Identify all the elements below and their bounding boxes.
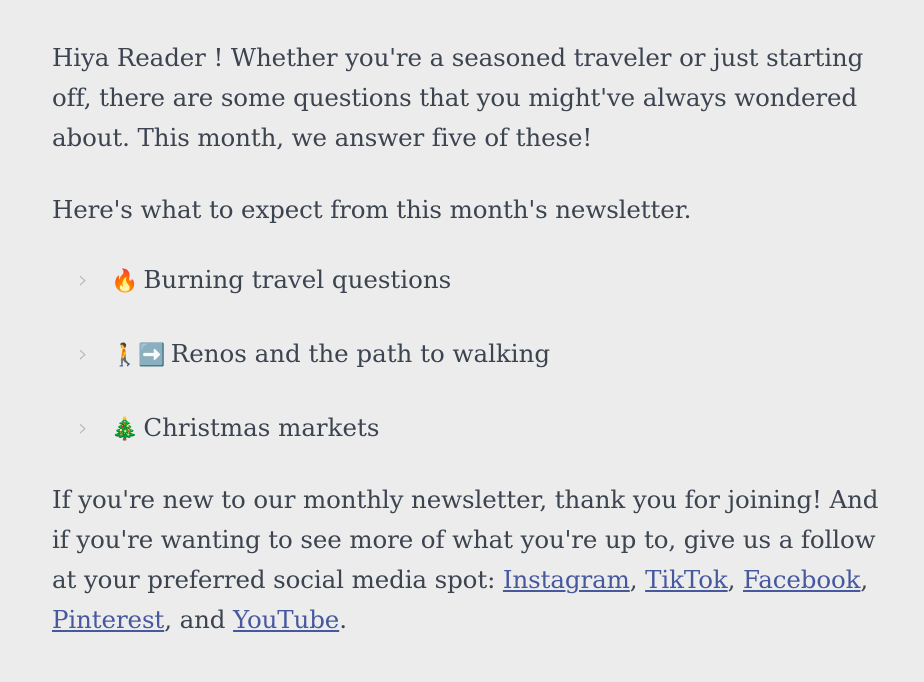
christmas-tree-emoji: 🎄	[111, 417, 139, 442]
list-item[interactable]: › 🚶➡️ Renos and the path to walking	[52, 334, 880, 376]
table-of-contents-list: › 🔥 Burning travel questions › 🚶➡️ Renos…	[52, 260, 880, 450]
youtube-link[interactable]: YouTube	[233, 605, 339, 634]
facebook-link[interactable]: Facebook	[743, 565, 861, 594]
instagram-link[interactable]: Instagram	[503, 565, 630, 594]
tiktok-link[interactable]: TikTok	[645, 565, 728, 594]
link-separator: ,	[727, 565, 743, 594]
chevron-right-icon: ›	[78, 265, 88, 294]
list-item-label: Renos and the path to walking	[170, 339, 551, 368]
list-item[interactable]: › 🔥 Burning travel questions	[52, 260, 880, 302]
pinterest-link[interactable]: Pinterest	[52, 605, 164, 634]
link-separator: ,	[860, 565, 869, 594]
chevron-right-icon: ›	[78, 339, 88, 368]
closing-paragraph: If you're new to our monthly newsletter,…	[52, 480, 880, 640]
intro-paragraph: Hiya Reader ! Whether you're a seasoned …	[52, 43, 864, 152]
list-item-label: Christmas markets	[143, 413, 380, 442]
expect-paragraph: Here's what to expect from this month's …	[52, 195, 692, 224]
list-item[interactable]: › 🎄 Christmas markets	[52, 408, 880, 450]
link-separator: .	[339, 605, 347, 634]
walking-person-right-arrow-emoji: 🚶➡️	[111, 343, 166, 368]
link-separator: ,	[629, 565, 646, 594]
chevron-right-icon: ›	[78, 413, 88, 442]
list-item-label: Burning travel questions	[143, 265, 452, 294]
link-separator: , and	[164, 605, 234, 634]
newsletter-body: Hiya Reader ! Whether you're a seasoned …	[0, 0, 924, 682]
fire-emoji: 🔥	[111, 269, 139, 294]
